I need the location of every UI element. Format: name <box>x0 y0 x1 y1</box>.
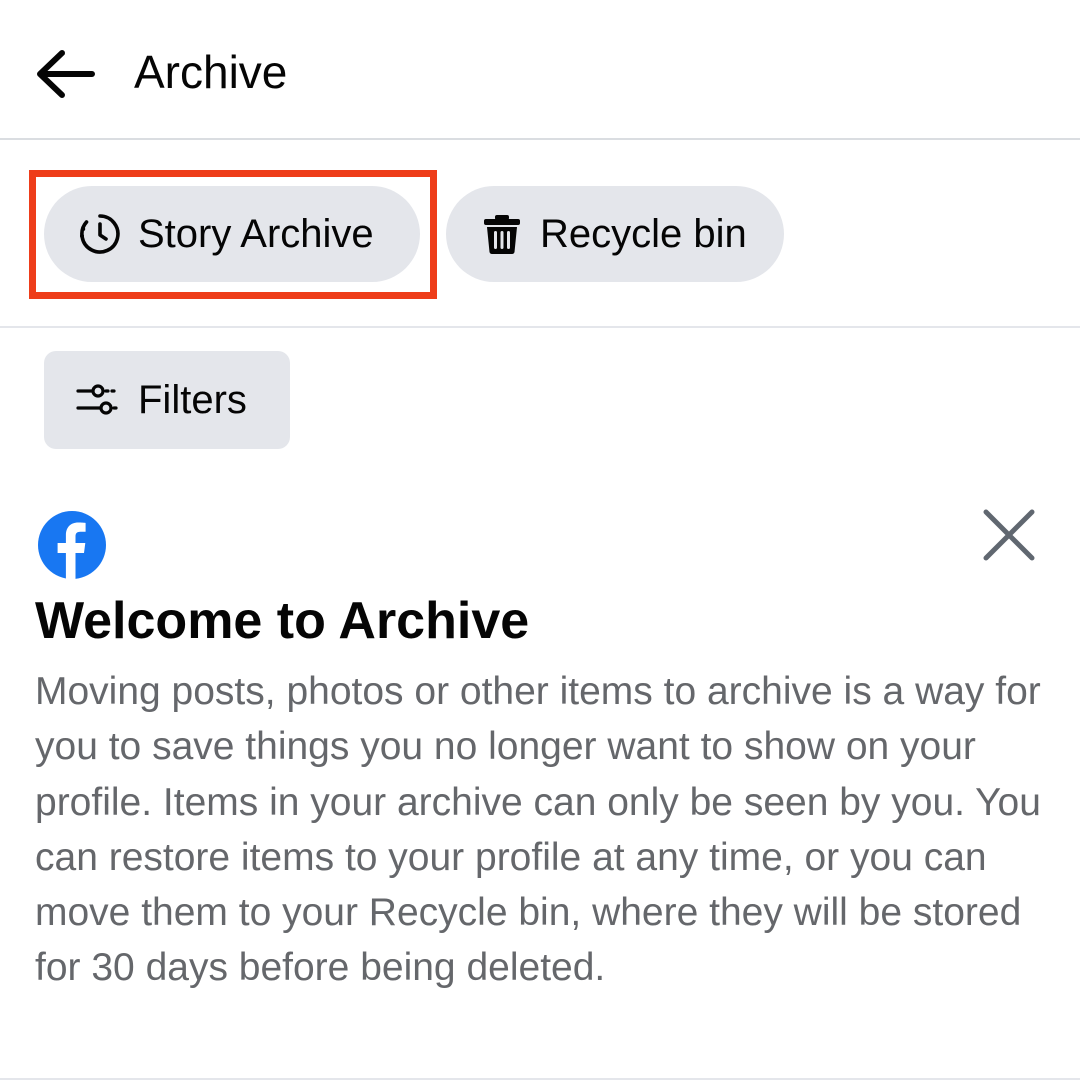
tab-recycle-bin-label: Recycle bin <box>540 212 747 256</box>
story-clock-icon <box>80 214 120 254</box>
sliders-icon <box>76 384 122 415</box>
archive-tabs: Story Archive Recycle bin <box>0 140 1080 328</box>
top-bar: Archive <box>0 0 1080 140</box>
back-arrow-icon <box>37 50 95 98</box>
back-button[interactable] <box>30 38 102 110</box>
tab-recycle-bin[interactable]: Recycle bin <box>446 186 784 282</box>
close-icon <box>983 509 1035 561</box>
filters-button[interactable]: Filters <box>44 351 290 449</box>
tab-story-archive[interactable]: Story Archive <box>44 186 420 282</box>
tab-story-archive-label: Story Archive <box>138 212 374 256</box>
welcome-description: Moving posts, photos or other items to a… <box>35 670 1041 990</box>
archive-page: Archive Story Archive Recycle bin Filter… <box>0 0 1080 1088</box>
page-title: Archive <box>134 46 288 98</box>
close-button[interactable] <box>978 504 1040 566</box>
facebook-logo-icon <box>38 511 106 579</box>
welcome-title: Welcome to Archive <box>35 592 530 650</box>
filters-label: Filters <box>138 378 247 422</box>
trash-bin-icon <box>484 215 520 254</box>
divider <box>0 1078 1080 1080</box>
